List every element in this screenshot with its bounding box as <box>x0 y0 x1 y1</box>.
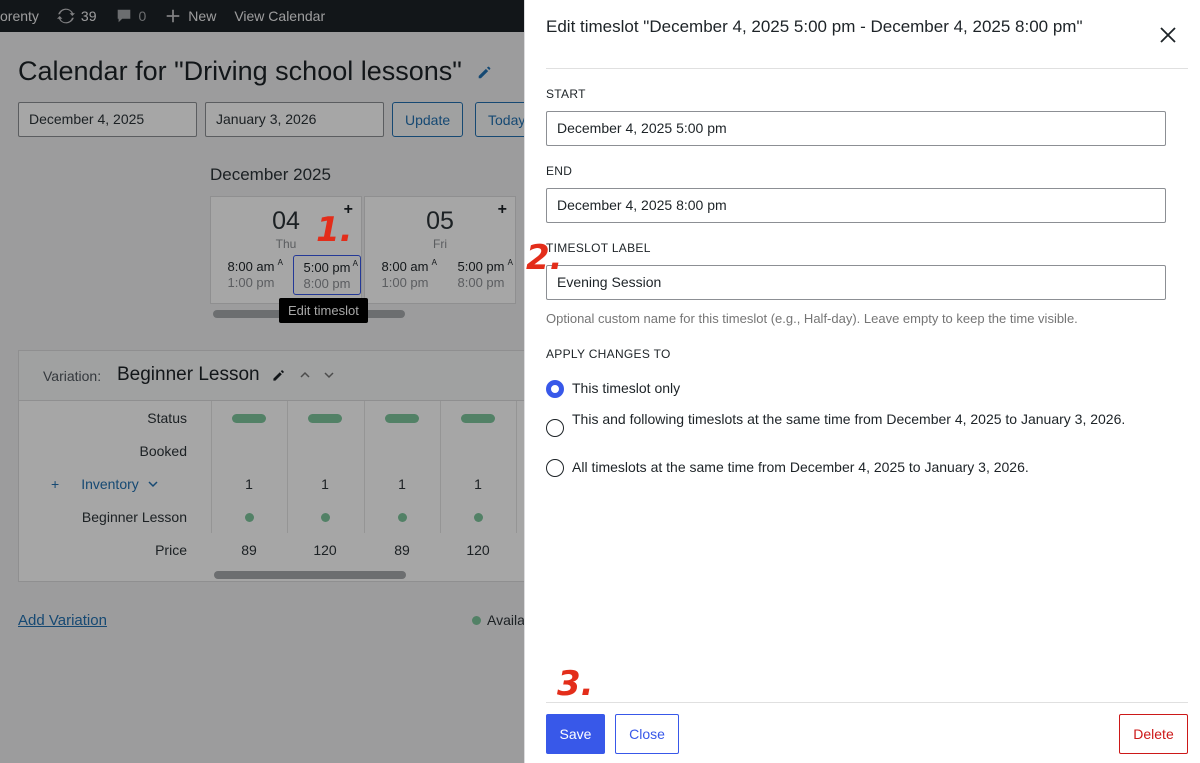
radio-checked[interactable] <box>546 380 564 398</box>
close-button[interactable]: Close <box>615 714 679 754</box>
edit-timeslot-drawer: Edit timeslot "December 4, 2025 5:00 pm … <box>524 0 1200 763</box>
apply-option-label: All timeslots at the same time from Dece… <box>572 459 1029 475</box>
apply-option-label: This timeslot only <box>572 380 681 396</box>
apply-option-this-only[interactable]: This timeslot only <box>546 380 1146 398</box>
apply-option-following[interactable]: This and following timeslots at the same… <box>546 411 1146 437</box>
timeslot-label-input[interactable]: Evening Session <box>546 265 1166 300</box>
close-icon[interactable] <box>1157 24 1179 46</box>
annotation-step-3: 3. <box>557 664 594 704</box>
timeslot-label-help: Optional custom name for this timeslot (… <box>546 311 1078 326</box>
apply-option-label: This and following timeslots at the same… <box>572 411 1126 427</box>
start-label: START <box>546 87 586 101</box>
divider <box>546 68 1188 69</box>
apply-option-all[interactable]: All timeslots at the same time from Dece… <box>546 459 1146 477</box>
save-button[interactable]: Save <box>546 714 605 754</box>
annotation-step-2: 2. <box>526 238 563 278</box>
drawer-title: Edit timeslot "December 4, 2025 5:00 pm … <box>546 17 1083 36</box>
delete-button[interactable]: Delete <box>1119 714 1188 754</box>
apply-changes-label: APPLY CHANGES TO <box>546 347 671 361</box>
annotation-step-1: 1. <box>316 210 353 250</box>
modal-overlay[interactable] <box>0 0 524 763</box>
end-input[interactable]: December 4, 2025 8:00 pm <box>546 188 1166 223</box>
end-label: END <box>546 164 573 178</box>
radio-unchecked[interactable] <box>546 459 564 477</box>
radio-unchecked[interactable] <box>546 419 564 437</box>
start-input[interactable]: December 4, 2025 5:00 pm <box>546 111 1166 146</box>
footer-divider <box>546 702 1188 703</box>
